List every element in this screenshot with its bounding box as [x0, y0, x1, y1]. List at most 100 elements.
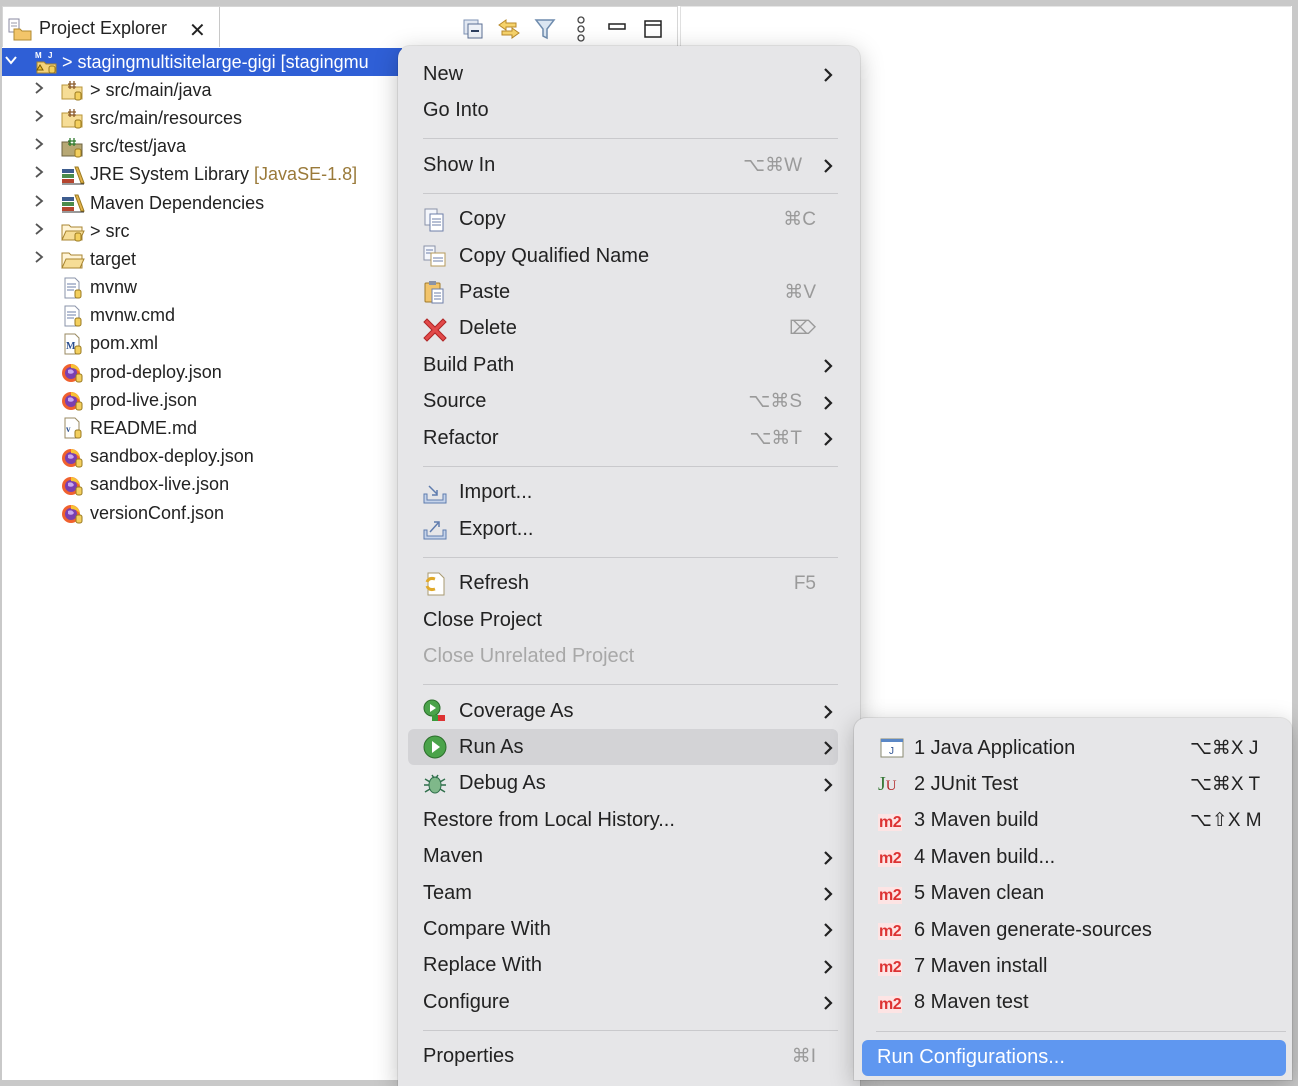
menu-item-label: Delete — [459, 317, 517, 340]
close-icon[interactable]: ✕ — [189, 18, 206, 43]
menu-item-source[interactable]: Source ⌥⌘S — [408, 384, 838, 420]
menu-item-team[interactable]: Team — [408, 875, 838, 911]
menu-item-delete[interactable]: Delete ⌦ — [408, 311, 838, 347]
firefox-icon — [60, 445, 86, 469]
chevron-right-icon — [820, 994, 836, 1010]
collapse-all-icon — [463, 19, 483, 39]
link-with-editor-button[interactable] — [491, 15, 527, 43]
menu-item-shortcut: ⌘I — [791, 1046, 816, 1068]
chevron-down-icon[interactable] — [4, 53, 18, 72]
collapse-all-button[interactable] — [455, 15, 491, 43]
menu-item-properties[interactable]: Properties ⌘I — [408, 1039, 838, 1075]
menu-item-go-into[interactable]: Go Into — [408, 92, 838, 128]
menu-item-refactor[interactable]: Refactor ⌥⌘T — [408, 420, 838, 456]
tree-item[interactable]: Maven Dependencies — [2, 189, 402, 217]
submenu-item-shortcut: ⌥⇧X M — [1190, 810, 1262, 832]
menu-item-build-path[interactable]: Build Path — [408, 347, 838, 383]
menu-item-import[interactable]: Import... — [408, 475, 838, 511]
view-menu-button[interactable] — [563, 15, 599, 43]
junit-icon: JU — [878, 773, 897, 796]
tree-item[interactable]: mvnw.cmd — [2, 302, 402, 330]
tree-item[interactable]: versionConf.json — [2, 499, 402, 527]
text-file-icon — [60, 304, 86, 328]
menu-item-debug-as[interactable]: Debug As — [408, 766, 838, 802]
menu-item-configure[interactable]: Configure — [408, 984, 838, 1020]
maven-m2-icon: m2 — [878, 850, 903, 868]
menu-item-label: Close Unrelated Project — [423, 644, 635, 667]
menu-item-show-in[interactable]: Show In ⌥⌘W — [408, 147, 838, 183]
menu-item-compare-with[interactable]: Compare With — [408, 911, 838, 947]
debug-icon — [422, 771, 448, 797]
menu-item-coverage-as[interactable]: Coverage As — [408, 693, 838, 729]
tree-item[interactable]: sandbox-deploy.json — [2, 443, 402, 471]
menu-item-shortcut: ⌘C — [783, 209, 816, 231]
menu-item-copy[interactable]: Copy ⌘C — [408, 202, 838, 238]
menu-item-close-project[interactable]: Close Project — [408, 602, 838, 638]
maven-project-icon: MJ — [34, 50, 60, 74]
menu-item-run-as[interactable]: Run As — [408, 729, 838, 766]
submenu-item-6-maven-generate-sources[interactable]: m2 6 Maven generate-sources — [862, 912, 1286, 948]
submenu-item-4-maven-build[interactable]: m2 4 Maven build... — [862, 839, 1286, 875]
submenu-item-2-junit-test[interactable]: JU 2 JUnit Test ⌥⌘X T — [862, 766, 1286, 802]
tree-item[interactable]: Mpom.xml — [2, 330, 402, 358]
menu-item-label: Maven — [423, 845, 484, 868]
chevron-right-icon[interactable] — [32, 165, 46, 184]
submenu-item-1-java-application[interactable]: J 1 Java Application ⌥⌘X J — [862, 730, 1286, 766]
menu-item-shortcut: ⌥⌘S — [748, 391, 802, 413]
tree-item[interactable]: mvnw — [2, 274, 402, 302]
submenu-item-label: Run Configurations... — [877, 1046, 1065, 1069]
menu-item-copy-qualified-name[interactable]: Copy Qualified Name — [408, 238, 838, 274]
submenu-item-run-configurations[interactable]: Run Configurations... — [862, 1039, 1286, 1076]
tree-item[interactable]: src/test/java — [2, 133, 402, 161]
delete-icon — [422, 316, 448, 342]
menu-item-new[interactable]: New — [408, 56, 838, 92]
tree-item[interactable]: src/main/resources — [2, 104, 402, 132]
menu-item-export[interactable]: Export... — [408, 511, 838, 547]
maximize-icon — [644, 20, 662, 38]
menu-separator — [423, 556, 838, 558]
menu-item-label: Export... — [459, 517, 534, 540]
minimize-button[interactable] — [599, 15, 635, 43]
text-file-icon — [60, 276, 86, 300]
chevron-right-icon — [820, 157, 836, 173]
chevron-right-icon[interactable] — [32, 137, 46, 156]
tree-item-project[interactable]: M J > stagingmultisitelarge-gigi [stagingm… — [2, 48, 402, 77]
menu-item-label: New — [423, 62, 464, 85]
svg-text:M: M — [35, 51, 42, 60]
chevron-right-icon[interactable] — [32, 81, 46, 100]
submenu-item-7-maven-install[interactable]: m2 7 Maven install — [862, 948, 1286, 984]
tab-project-explorer[interactable]: Project Explorer ✕ — [3, 7, 220, 47]
menu-item-refresh[interactable]: Refresh F5 — [408, 566, 838, 602]
submenu-item-label: 8 Maven test — [914, 991, 1029, 1014]
tree-item[interactable]: > src — [2, 217, 402, 245]
menu-item-maven[interactable]: Maven — [408, 839, 838, 875]
submenu-item-8-maven-test[interactable]: m2 8 Maven test — [862, 985, 1286, 1021]
menu-item-paste[interactable]: Paste ⌘V — [408, 274, 838, 310]
menu-item-label: Copy Qualified Name — [459, 244, 650, 267]
tree-item[interactable]: prod-deploy.json — [2, 358, 402, 386]
library-icon — [60, 163, 86, 187]
chevron-right-icon[interactable] — [32, 194, 46, 213]
tree-item[interactable]: > src/main/java — [2, 76, 402, 104]
chevron-right-icon[interactable] — [32, 250, 46, 269]
chevron-right-icon — [820, 703, 836, 719]
chevron-right-icon[interactable] — [32, 109, 46, 128]
submenu-item-5-maven-clean[interactable]: m2 5 Maven clean — [862, 876, 1286, 912]
filter-button[interactable] — [527, 15, 563, 43]
menu-item-replace-with[interactable]: Replace With — [408, 948, 838, 984]
tree-item[interactable]: v README.md — [2, 414, 402, 442]
maximize-button[interactable] — [635, 15, 671, 43]
tree-item-label: versionConf.json — [90, 503, 224, 524]
folder-icon — [60, 219, 86, 243]
menu-item-label: Copy — [459, 208, 506, 231]
tree-item[interactable]: target — [2, 245, 402, 273]
chevron-right-icon[interactable] — [32, 222, 46, 241]
tree-item[interactable]: prod-live.json — [2, 386, 402, 414]
tree-item[interactable]: JRE System Library [JavaSE-1.8] — [2, 161, 402, 189]
tree-item[interactable]: sandbox-live.json — [2, 471, 402, 499]
maven-pom-icon: M — [60, 332, 86, 356]
menu-item-restore-from-local-history[interactable]: Restore from Local History... — [408, 802, 838, 838]
filter-icon — [534, 19, 556, 40]
export-icon — [422, 516, 448, 542]
submenu-item-3-maven-build[interactable]: m2 3 Maven build ⌥⇧X M — [862, 803, 1286, 839]
